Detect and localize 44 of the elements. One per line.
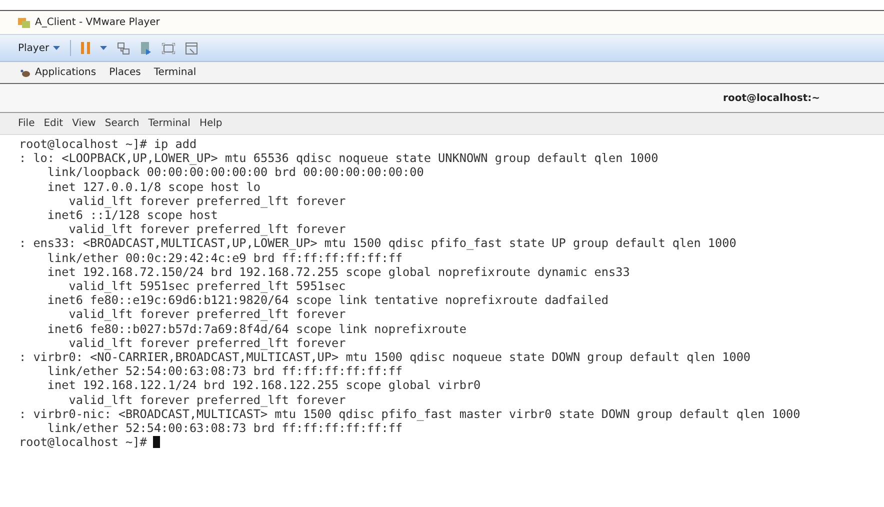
terminal-line: inet6 ::1/128 scope host [46,208,218,222]
panel-menu-item[interactable]: Places [109,65,141,80]
terminal-line: link/ether 52:54:00:63:08:73 brd ff:ff:ff:ff:ff:ff [46,421,403,436]
terminal-line: valid_lft forever preferred_lft forever [68,222,346,236]
terminal-prompt: root@localhost ~]# [19,435,147,450]
menu-item[interactable]: Terminal [148,116,190,131]
terminal-line: link/loopback 00:00:00:00:00:00 brd 00:00:00:00:00:00 [46,165,424,180]
terminal-line: inet 192.168.72.150/24 brd 192.168.72.255 scope global noprefixroute dynamic ens33 [46,264,630,280]
terminal-line: valid_lft 5951sec preferred_lft 5951sec [68,279,346,294]
terminal-line: valid_lft forever preferred_lft forever [68,307,346,322]
caret-icon [53,46,60,50]
terminal-line: inet6 fe80::b027:b57d:7a69:8f4d/64 scope link noprefixroute [46,322,466,336]
menu-item[interactable]: View [72,116,96,131]
terminal-line: link/ether 52:54:00:63:08:73 brd ff:ff:ff:ff:ff:ff [46,364,403,378]
terminal-title: root@localhost:~ [723,92,820,106]
menu-item[interactable]: Help [199,116,222,131]
cursor-icon [152,436,160,448]
terminal-line: : virbr0: <NO-CARRIER,BROADCAST,MULTICAST,UP> mtu 1500 qdisc noqueue state DOWN group default qlen 1000 [19,350,751,364]
terminal-line: valid_lft forever preferred_lft forever [68,336,346,350]
terminal-line: : virbr0-nic: <BROADCAST,MULTICAST> mtu 1500 qdisc pfifo_fast master virbr0 state DOWN group default qlen 1000 [19,406,800,422]
terminal-line: inet6 fe80::e19c:69d6:b121:9820/64 scope link tentative noprefixroute dadfailed [46,293,608,308]
pause-icon[interactable] [81,42,90,54]
menu-item[interactable]: File [18,116,35,131]
panel-menu-item[interactable]: Terminal [154,65,196,80]
terminal-line: inet 192.168.122.1/24 brd 192.168.122.255 scope global virbr0 [46,378,481,393]
terminal-line: valid_lft forever preferred_lft forever [68,194,346,208]
terminal-line: root@localhost ~]# ip add [19,137,197,152]
panel-menu-item[interactable]: Applications [20,65,96,80]
vm-logo-icon [18,16,31,28]
fullscreen-icon[interactable] [162,42,176,54]
network-icon[interactable] [117,42,130,54]
foot-icon [20,68,31,76]
terminal-line: : lo: <LOOPBACK,UP,LOWER_UP> mtu 65536 qdisc noqueue state UNKNOWN group default qlen 1000 [19,151,658,166]
terminal-line: inet 127.0.0.1/8 scope host lo [46,180,260,194]
menu-item[interactable]: Edit [44,116,64,131]
caret-icon[interactable] [100,46,108,50]
window-icon[interactable] [185,42,198,54]
player-menu-button[interactable]: Player [18,40,60,56]
device-icon[interactable] [140,42,152,54]
menu-item[interactable]: Search [104,116,140,131]
terminal-line: : ens33: <BROADCAST,MULTICAST,UP,LOWER_UP> mtu 1500 qdisc pfifo_fast state UP group default qlen 1000 [19,236,736,251]
window-title: A_Client - VMware Player [35,16,160,30]
terminal-line: link/ether 00:0c:29:42:4c:e9 brd ff:ff:ff:ff:ff:ff [46,250,403,265]
terminal-line: valid_lft forever preferred_lft forever [68,392,346,407]
